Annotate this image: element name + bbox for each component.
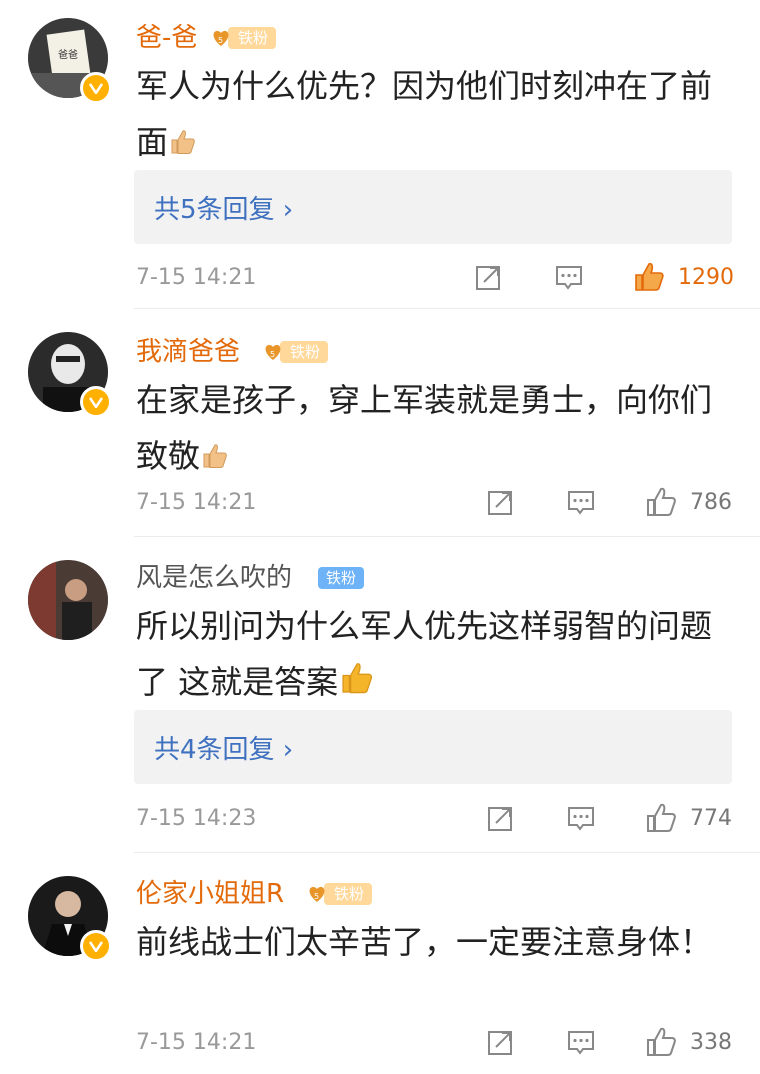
comment-item: 我滴爸爸 5 铁粉 在家是孩子，穿上军装就是勇士，向你们致敬 7-15 14:2… — [0, 310, 760, 538]
comment-text: 在家是孩子，穿上军装就是勇士，向你们致敬 — [136, 372, 726, 488]
comment-text: 所以别问为什么军人优先这样弱智的问题了 这就是答案 — [136, 598, 726, 714]
verified-badge-icon — [80, 930, 112, 962]
share-icon — [488, 1031, 512, 1055]
like-button[interactable]: 338 — [644, 1025, 732, 1059]
thumbs-up-emoji — [200, 432, 230, 488]
share-icon — [476, 266, 500, 290]
fan-badge: 5 铁粉 — [306, 881, 373, 907]
comment-time: 7-15 14:21 — [136, 265, 257, 290]
comment-icon — [568, 807, 594, 831]
share-button[interactable] — [486, 1027, 516, 1057]
svg-text:5: 5 — [218, 36, 223, 45]
thumbs-up-emoji — [168, 118, 198, 174]
fan-heart-icon: 5 — [309, 886, 325, 902]
svg-text:5: 5 — [314, 892, 319, 901]
fan-badge: 5 铁粉 — [210, 25, 277, 51]
thumbs-up-emoji — [338, 658, 376, 714]
share-button[interactable] — [474, 262, 504, 292]
comment-time: 7-15 14:21 — [136, 490, 257, 515]
divider — [134, 308, 760, 309]
comment-item: 爸爸 爸-爸 5 铁粉 军人为什么优先？因为他们时刻冲在了前面 共5条回复 › … — [0, 0, 760, 310]
share-icon — [488, 807, 512, 831]
comment-icon — [568, 491, 594, 515]
share-button[interactable] — [486, 803, 516, 833]
comment-time: 7-15 14:23 — [136, 806, 257, 831]
like-icon — [647, 487, 676, 516]
like-button[interactable]: 774 — [644, 801, 732, 835]
comment-item: 风是怎么吹的 铁粉 所以别问为什么军人优先这样弱智的问题了 这就是答案 共4条回… — [0, 538, 760, 854]
like-icon — [647, 803, 676, 832]
svg-text:5: 5 — [270, 350, 275, 359]
username[interactable]: 风是怎么吹的 — [136, 562, 292, 594]
like-icon — [635, 262, 664, 291]
comment-button[interactable] — [566, 1027, 596, 1057]
comment-button[interactable] — [566, 803, 596, 833]
comment-text: 军人为什么优先？因为他们时刻冲在了前面 — [136, 58, 726, 174]
avatar[interactable] — [28, 560, 108, 640]
comment-time: 7-15 14:21 — [136, 1030, 257, 1055]
like-icon — [647, 1027, 676, 1056]
comment-icon — [568, 1031, 594, 1055]
comment-button[interactable] — [566, 487, 596, 517]
fan-badge: 铁粉 — [318, 565, 365, 591]
like-button[interactable]: 786 — [644, 485, 732, 519]
svg-text:爸爸: 爸爸 — [58, 48, 78, 61]
verified-badge-icon — [80, 72, 112, 104]
divider — [134, 852, 760, 853]
username[interactable]: 爸-爸 — [136, 22, 197, 54]
divider — [134, 536, 760, 537]
username[interactable]: 伦家小姐姐R — [136, 878, 284, 910]
fan-heart-icon: 5 — [213, 30, 229, 46]
share-icon — [488, 491, 512, 515]
share-button[interactable] — [486, 487, 516, 517]
fan-heart-icon: 5 — [265, 344, 281, 360]
fan-badge: 5 铁粉 — [262, 339, 329, 365]
username[interactable]: 我滴爸爸 — [136, 336, 240, 368]
verified-badge-icon — [80, 386, 112, 418]
comment-item: 伦家小姐姐R 5 铁粉 前线战士们太辛苦了，一定要注意身体！ 7-15 14:2… — [0, 854, 760, 1074]
comment-text: 前线战士们太辛苦了，一定要注意身体！ — [136, 923, 713, 961]
like-button[interactable]: 1290 — [632, 260, 734, 294]
reply-expand-button[interactable]: 共4条回复 › — [134, 710, 732, 784]
comment-icon — [556, 266, 582, 290]
comment-button[interactable] — [554, 262, 584, 292]
reply-expand-button[interactable]: 共5条回复 › — [134, 170, 732, 244]
